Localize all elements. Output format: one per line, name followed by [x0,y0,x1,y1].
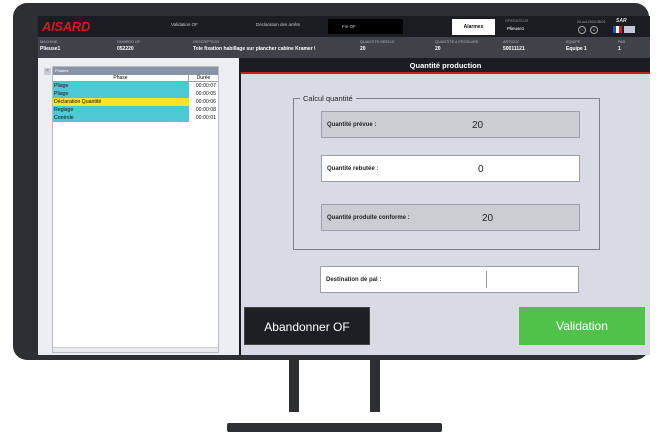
tab-fin-of[interactable]: Fin OF [328,19,403,34]
info-qte-reelle: QUANTITE REELLE 20 [360,40,395,52]
phases-panel: × Phases Phase Durée Pliage 00:00:07 Pli… [38,58,239,355]
qte-conforme-field: Quantité produite conforme : 20 [321,204,580,231]
horizontal-scrollbar[interactable] [53,347,218,352]
info-equipe: EQUIPE Equipe 1 [566,40,587,52]
phases-header: Phase Durée [53,75,218,82]
phase-row[interactable]: Pliage 00:00:05 [53,90,218,98]
collapse-icon[interactable]: × [44,68,51,75]
col-duree[interactable]: Durée [189,75,218,81]
help-icon[interactable]: ? [578,26,586,34]
info-machine: MACHINE Plieuse1 [40,40,61,52]
of-info-bar: MACHINE Plieuse1 NUMERO OF 052220 DESCRI… [38,37,650,58]
calc-quantity-group: Calcul quantité Quantité prévue : 20 Qua… [293,94,600,250]
info-pas: PAS 1 [618,40,626,52]
phase-row[interactable]: Reglage 00:00:08 [53,106,218,114]
operator-name: Plieuse1 [507,26,525,31]
info-description: DESCRIPTION Tole fixation habillage sur … [193,40,316,52]
operator-label: OPERATEUR [505,19,529,23]
english-flag-icon[interactable] [624,26,635,33]
abandon-of-button[interactable]: Abandonner OF [244,307,370,345]
field-divider [486,271,487,288]
brand-mark: SAR [616,18,627,24]
settings-icon[interactable]: ⚙ [590,26,598,34]
phase-row[interactable]: Controle 00:00:01 [53,114,218,122]
validation-button[interactable]: Validation [519,307,645,345]
monitor-stand-right [370,360,380,412]
info-article: ARTICLE 50011121 [503,40,525,52]
tab-declaration-arrets[interactable]: Déclaration des arrêts [256,22,300,27]
app-logo: AISARD [42,19,91,34]
phases-title: Phases [53,67,218,75]
info-numero-of: NUMERO OF 052220 [117,40,141,52]
panel-title: Quantité production [241,58,650,74]
alarms-button[interactable]: Alarmes [452,19,495,35]
phase-row-current[interactable]: Déclaration Quantité 00:00:06 [53,98,218,106]
info-qte-produire: QUANTITE A PRODUIRE 20 [435,40,479,52]
calc-quantity-legend: Calcul quantité [300,94,356,103]
tab-validation-of[interactable]: Validation OF [171,22,198,27]
col-phase[interactable]: Phase [53,75,189,81]
destination-pal-field[interactable]: Destination de pal : [320,266,579,293]
qte-rebutee-field[interactable]: Quantité rebutée : 0 [321,155,580,182]
monitor-frame: AISARD Validation OF Déclaration des arr… [13,3,650,360]
phases-table: Phases Phase Durée Pliage 00:00:07 Pliag… [52,66,219,353]
quantity-production-panel: Quantité production Calcul quantité Quan… [239,58,650,355]
monitor-stand-left [289,360,299,412]
qte-prevue-field: Quantité prévue : 20 [321,111,580,138]
french-flag-icon[interactable] [613,26,622,33]
datetime: 24-oct-2024 08:01 [577,20,606,24]
top-nav-bar: AISARD Validation OF Déclaration des arr… [38,16,650,37]
screen: AISARD Validation OF Déclaration des arr… [38,16,650,355]
monitor-base [227,423,442,432]
phase-row[interactable]: Pliage 00:00:07 [53,82,218,90]
